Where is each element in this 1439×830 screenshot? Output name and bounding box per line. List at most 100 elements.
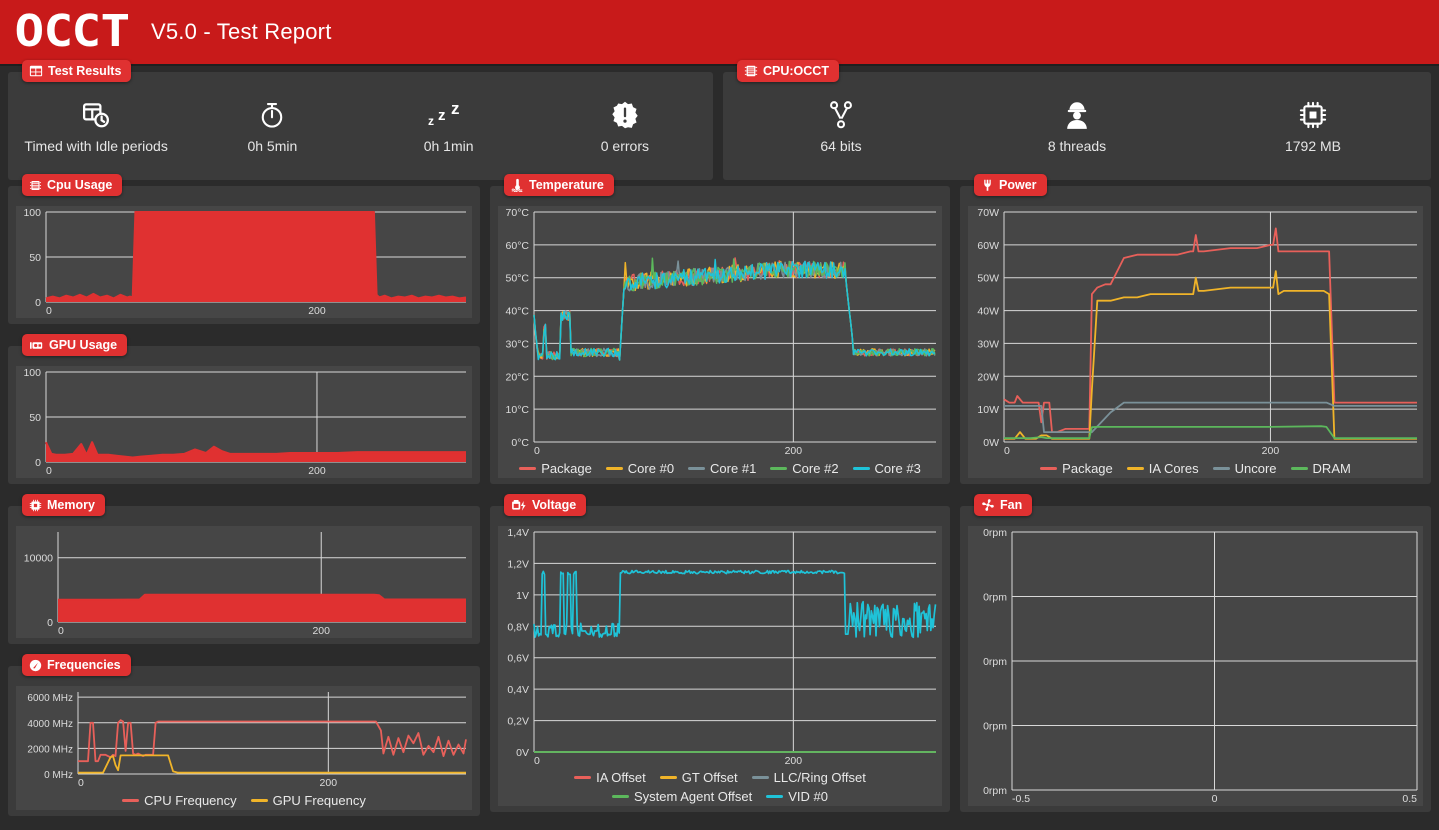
worker-icon <box>1063 98 1091 132</box>
svg-text:20W: 20W <box>977 371 999 383</box>
legend-label: Core #0 <box>628 461 674 476</box>
temperature-legend: Package Core #0 Core #1 Core #2 Core #3 <box>498 459 942 476</box>
sleep-zzz-icon: z z z <box>426 98 472 132</box>
gpu-usage-badge-label: GPU Usage <box>49 338 117 352</box>
logo-letter-3: C <box>71 10 100 54</box>
cpu-chip-icon <box>744 64 758 78</box>
legend-item[interactable]: CPU Frequency <box>122 793 236 808</box>
svg-text:30°C: 30°C <box>506 338 530 350</box>
battery-bolt-icon <box>511 499 527 512</box>
svg-text:50W: 50W <box>977 273 999 285</box>
fan-badge-label: Fan <box>1000 498 1022 512</box>
legend-swatch <box>1127 467 1144 471</box>
svg-text:0,4V: 0,4V <box>507 684 529 696</box>
logo-letter-2: C <box>43 10 72 54</box>
legend-item[interactable]: LLC/Ring Offset <box>752 770 866 785</box>
frequencies-badge-label: Frequencies <box>47 658 121 672</box>
voltage-badge: Voltage <box>504 494 586 516</box>
legend-item[interactable]: DRAM <box>1291 461 1351 476</box>
legend-label: Core #1 <box>710 461 756 476</box>
legend-label: VID #0 <box>788 789 828 804</box>
table-icon <box>29 64 43 78</box>
legend-label: DRAM <box>1313 461 1351 476</box>
stat-duration: 0h 5min <box>184 92 360 154</box>
legend-label: Uncore <box>1235 461 1277 476</box>
legend-item[interactable]: IA Cores <box>1127 461 1199 476</box>
power-plot: 0W10W20W30W40W50W60W70W0200PackageIA Cor… <box>968 206 1423 478</box>
legend-item[interactable]: Core #0 <box>606 461 674 476</box>
cpu-usage-badge-label: Cpu Usage <box>47 178 112 192</box>
svg-text:z: z <box>438 107 446 124</box>
svg-text:200: 200 <box>312 625 330 637</box>
legend-item[interactable]: Core #3 <box>853 461 921 476</box>
logo-letter-1: O <box>14 10 43 54</box>
legend-item[interactable]: Package <box>1040 461 1113 476</box>
svg-text:0: 0 <box>47 617 53 629</box>
svg-text:0: 0 <box>35 297 41 309</box>
svg-text:200: 200 <box>308 465 326 477</box>
stat-errors-label: 0 errors <box>601 138 649 154</box>
legend-item[interactable]: Core #1 <box>688 461 756 476</box>
stat-memory-size-label: 1792 MB <box>1285 138 1341 154</box>
cpu-occt-panel: CPU:OCCT 64 bits <box>723 72 1431 180</box>
svg-text:1,4V: 1,4V <box>507 527 529 539</box>
svg-text:200: 200 <box>1262 445 1280 457</box>
svg-text:0rpm: 0rpm <box>983 721 1007 733</box>
power-badge-label: Power <box>999 178 1037 192</box>
legend-label: LLC/Ring Offset <box>774 770 866 785</box>
memory-chip-icon <box>1299 98 1327 132</box>
legend-item[interactable]: Package <box>519 461 592 476</box>
svg-text:60W: 60W <box>977 240 999 252</box>
left-column: Cpu Usage 0501000200 GPU Usage 050100020… <box>8 186 480 816</box>
svg-text:40W: 40W <box>977 306 999 318</box>
legend-item[interactable]: GT Offset <box>660 770 738 785</box>
svg-text:200: 200 <box>785 445 803 457</box>
svg-text:10000: 10000 <box>24 553 53 565</box>
memory-chip-icon <box>29 499 42 512</box>
stat-idle-duration-label: 0h 1min <box>424 138 474 154</box>
fan-panel: Fan 0rpm0rpm0rpm0rpm0rpm-0.500.5 <box>960 506 1431 812</box>
legend-item[interactable]: IA Offset <box>574 770 646 785</box>
power-legend: Package IA Cores Uncore DRAM <box>968 459 1423 476</box>
app-header: O C C T V5.0 - Test Report <box>0 0 1439 66</box>
svg-text:0: 0 <box>534 445 540 457</box>
svg-text:10°C: 10°C <box>506 404 530 416</box>
legend-item[interactable]: VID #0 <box>766 789 828 804</box>
legend-swatch <box>752 776 769 780</box>
gpu-usage-badge: GPU Usage <box>22 334 127 356</box>
svg-text:0: 0 <box>46 465 52 477</box>
svg-text:0rpm: 0rpm <box>983 785 1007 797</box>
legend-swatch <box>606 467 623 471</box>
calendar-clock-icon <box>81 98 111 132</box>
stopwatch-icon <box>258 98 286 132</box>
svg-text:1V: 1V <box>516 590 529 602</box>
legend-item[interactable]: GPU Frequency <box>251 793 366 808</box>
summary-row: Test Results Timed with Idle periods <box>8 72 1431 180</box>
memory-badge: Memory <box>22 494 105 516</box>
legend-item[interactable]: Core #2 <box>770 461 838 476</box>
svg-text:50: 50 <box>29 412 41 424</box>
legend-item[interactable]: System Agent Offset <box>612 789 752 804</box>
legend-label: System Agent Offset <box>634 789 752 804</box>
svg-text:50°C: 50°C <box>506 273 530 285</box>
temperature-panel: Temperature 0°C10°C20°C30°C40°C50°C60°C7… <box>490 186 950 484</box>
legend-swatch <box>574 776 591 780</box>
test-results-panel: Test Results Timed with Idle periods <box>8 72 713 180</box>
svg-text:70W: 70W <box>977 207 999 219</box>
frequencies-badge: Frequencies <box>22 654 131 676</box>
gauge-icon <box>29 659 42 672</box>
cpu-usage-plot: 0501000200 <box>16 206 472 318</box>
page-title: V5.0 - Test Report <box>151 19 332 45</box>
voltage-panel: Voltage 0V0,2V0,4V0,6V0,8V1V1,2V1,4V0200… <box>490 506 950 812</box>
memory-badge-label: Memory <box>47 498 95 512</box>
legend-label: Package <box>541 461 592 476</box>
svg-text:-0.5: -0.5 <box>1012 793 1030 805</box>
legend-swatch <box>660 776 677 780</box>
legend-item[interactable]: Uncore <box>1213 461 1277 476</box>
svg-text:0.5: 0.5 <box>1402 793 1417 805</box>
temperature-badge-label: Temperature <box>529 178 604 192</box>
svg-text:200: 200 <box>320 777 338 789</box>
cpu-usage-badge: Cpu Usage <box>22 174 122 196</box>
cpu-chip-icon <box>29 179 42 192</box>
svg-text:2000 MHz: 2000 MHz <box>27 744 73 755</box>
